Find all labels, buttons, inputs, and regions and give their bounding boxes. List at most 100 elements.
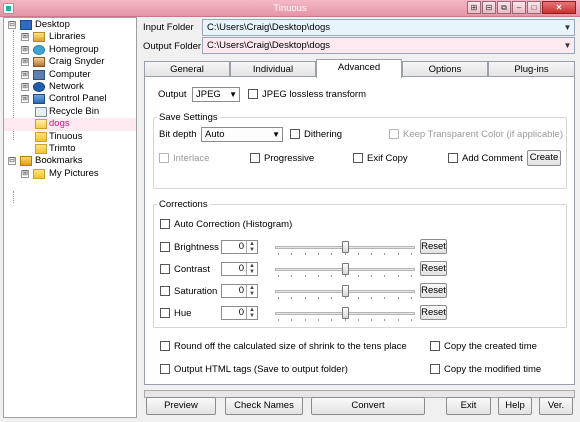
chevron-down-icon[interactable]: ▼ — [561, 20, 574, 35]
add-comment-checkbox[interactable] — [448, 153, 458, 163]
saturation-slider[interactable] — [275, 284, 415, 299]
hue-checkbox[interactable] — [160, 308, 170, 318]
version-button[interactable]: Ver. — [539, 397, 573, 415]
restore-icon[interactable]: ⧉ — [497, 1, 511, 14]
jpeg-lossless-checkbox[interactable] — [248, 89, 258, 99]
slider-tick — [291, 319, 292, 321]
brightness-reset-button[interactable]: Reset — [420, 239, 447, 254]
slider-tick — [278, 253, 279, 255]
slider-thumb[interactable] — [342, 241, 349, 253]
tree-node-bookmarks[interactable]: ⊟ Bookmarks — [4, 155, 136, 167]
chevron-down-icon[interactable]: ▼ — [561, 38, 574, 53]
slider-tick — [345, 319, 346, 321]
brightness-slider[interactable] — [275, 240, 415, 255]
keep-transparent-label: Keep Transparent Color (if applicable) — [403, 129, 564, 140]
exif-copy-label: Exif Copy — [367, 153, 408, 164]
slider-tick — [358, 275, 359, 277]
tree-node-label: dogs — [49, 118, 70, 130]
saturation-reset-button[interactable]: Reset — [420, 283, 447, 298]
expand-icon[interactable]: ⊞ — [21, 58, 29, 67]
tab-options[interactable]: Options — [402, 61, 488, 77]
bit-depth-select[interactable]: Auto ▼ — [201, 127, 283, 142]
title-bar[interactable]: Tinuous ⊞ ⊟ ⧉ ‒ □ ✕ — [0, 0, 580, 17]
interlace-checkbox[interactable] — [159, 153, 169, 163]
round-off-checkbox[interactable] — [160, 341, 170, 351]
tab-plug-ins[interactable]: Plug-ins — [488, 61, 575, 77]
slider-tick — [398, 253, 399, 255]
tree-node-homegroup[interactable]: ⊞ Homegroup — [4, 44, 136, 56]
tab-advanced[interactable]: Advanced — [316, 59, 402, 78]
save-settings-group: Save Settings Bit depth Auto ▼ Dithering… — [153, 112, 567, 189]
exit-button[interactable]: Exit — [446, 397, 491, 415]
slider-thumb[interactable] — [342, 307, 349, 319]
maximize-button[interactable]: □ — [527, 1, 541, 14]
collapse-icon[interactable]: ⊟ — [482, 1, 496, 14]
corrections-group: Corrections Auto Correction (Histogram) … — [153, 199, 567, 328]
slider-thumb[interactable] — [342, 285, 349, 297]
saturation-stepper[interactable]: 0 ▲ ▼ — [221, 284, 258, 298]
saturation-value: 0 — [238, 285, 244, 296]
spinner-arrows-icon[interactable]: ▲ ▼ — [246, 285, 257, 297]
tab-individual[interactable]: Individual — [230, 61, 316, 77]
contrast-checkbox[interactable] — [160, 264, 170, 274]
preview-button[interactable]: Preview — [146, 397, 216, 415]
tree-node-label: My Pictures — [49, 167, 99, 179]
input-folder-field[interactable]: C:\Users\Craig\Desktop\dogs ▼ — [202, 19, 575, 36]
tile-icon[interactable]: ⊞ — [467, 1, 481, 14]
hue-slider[interactable] — [275, 306, 415, 321]
convert-button[interactable]: Convert — [311, 397, 425, 415]
expand-icon[interactable]: ⊞ — [21, 33, 29, 42]
tab-general[interactable]: General — [144, 61, 230, 77]
spinner-arrows-icon[interactable]: ▲ ▼ — [246, 263, 257, 275]
tree-node-my-pictures[interactable]: ⊞ My Pictures — [4, 168, 136, 180]
expand-icon[interactable]: ⊞ — [21, 70, 29, 79]
help-button[interactable]: Help — [498, 397, 532, 415]
slider-tick — [384, 319, 385, 321]
keep-transparent-checkbox[interactable] — [389, 129, 399, 139]
hue-reset-button[interactable]: Reset — [420, 305, 447, 320]
output-format-select[interactable]: JPEG ▼ — [192, 87, 240, 102]
slider-tick — [291, 297, 292, 299]
slider-tick — [345, 253, 346, 255]
contrast-slider[interactable] — [275, 262, 415, 277]
brightness-stepper[interactable]: 0 ▲ ▼ — [221, 240, 258, 254]
contrast-stepper[interactable]: 0 ▲ ▼ — [221, 262, 258, 276]
saturation-checkbox[interactable] — [160, 286, 170, 296]
tree-node-tinuous[interactable]: Tinuous — [4, 131, 136, 143]
expand-icon[interactable]: ⊞ — [21, 169, 29, 178]
exif-copy-checkbox[interactable] — [353, 153, 363, 163]
copy-modified-checkbox[interactable] — [430, 364, 440, 374]
auto-correction-checkbox[interactable] — [160, 219, 170, 229]
expand-icon[interactable]: ⊞ — [21, 45, 29, 54]
collapse-icon[interactable]: ⊟ — [8, 21, 16, 29]
progressive-checkbox[interactable] — [250, 153, 260, 163]
copy-created-checkbox[interactable] — [430, 341, 440, 351]
close-button[interactable]: ✕ — [542, 1, 576, 14]
dithering-checkbox[interactable] — [290, 129, 300, 139]
check-names-button[interactable]: Check Names — [225, 397, 303, 415]
tree-node-libraries[interactable]: ⊞ Libraries — [4, 31, 136, 43]
spinner-arrows-icon[interactable]: ▲ ▼ — [246, 241, 257, 253]
tree-node-computer[interactable]: ⊞ Computer — [4, 69, 136, 81]
output-folder-field[interactable]: C:\Users\Craig\Desktop\dogs ▼ — [202, 37, 575, 54]
folder-tree[interactable]: ⊟ Desktop ⊞ Libraries ⊞ Homegroup ⊞ Crai… — [3, 17, 137, 418]
tree-node-network[interactable]: ⊞ Network — [4, 81, 136, 93]
tree-node-desktop[interactable]: ⊟ Desktop — [4, 19, 136, 31]
slider-tick — [278, 275, 279, 277]
tree-node-control-panel[interactable]: ⊞ Control Panel — [4, 93, 136, 105]
contrast-reset-button[interactable]: Reset — [420, 261, 447, 276]
brightness-checkbox[interactable] — [160, 242, 170, 252]
collapse-icon[interactable]: ⊟ — [8, 157, 16, 166]
hue-stepper[interactable]: 0 ▲ ▼ — [221, 306, 258, 320]
tree-node-trimto[interactable]: Trimto — [4, 143, 136, 155]
spinner-arrows-icon[interactable]: ▲ ▼ — [246, 307, 257, 319]
output-html-checkbox[interactable] — [160, 364, 170, 374]
create-comment-button[interactable]: Create — [527, 150, 561, 166]
tree-node-recycle-bin[interactable]: Recycle Bin — [4, 106, 136, 118]
tree-node-craig-snyder[interactable]: ⊞ Craig Snyder — [4, 56, 136, 68]
tree-node-dogs[interactable]: dogs — [4, 118, 136, 131]
expand-icon[interactable]: ⊞ — [21, 82, 29, 91]
expand-icon[interactable]: ⊞ — [21, 95, 29, 104]
slider-thumb[interactable] — [342, 263, 349, 275]
minimize-button[interactable]: ‒ — [512, 1, 526, 14]
